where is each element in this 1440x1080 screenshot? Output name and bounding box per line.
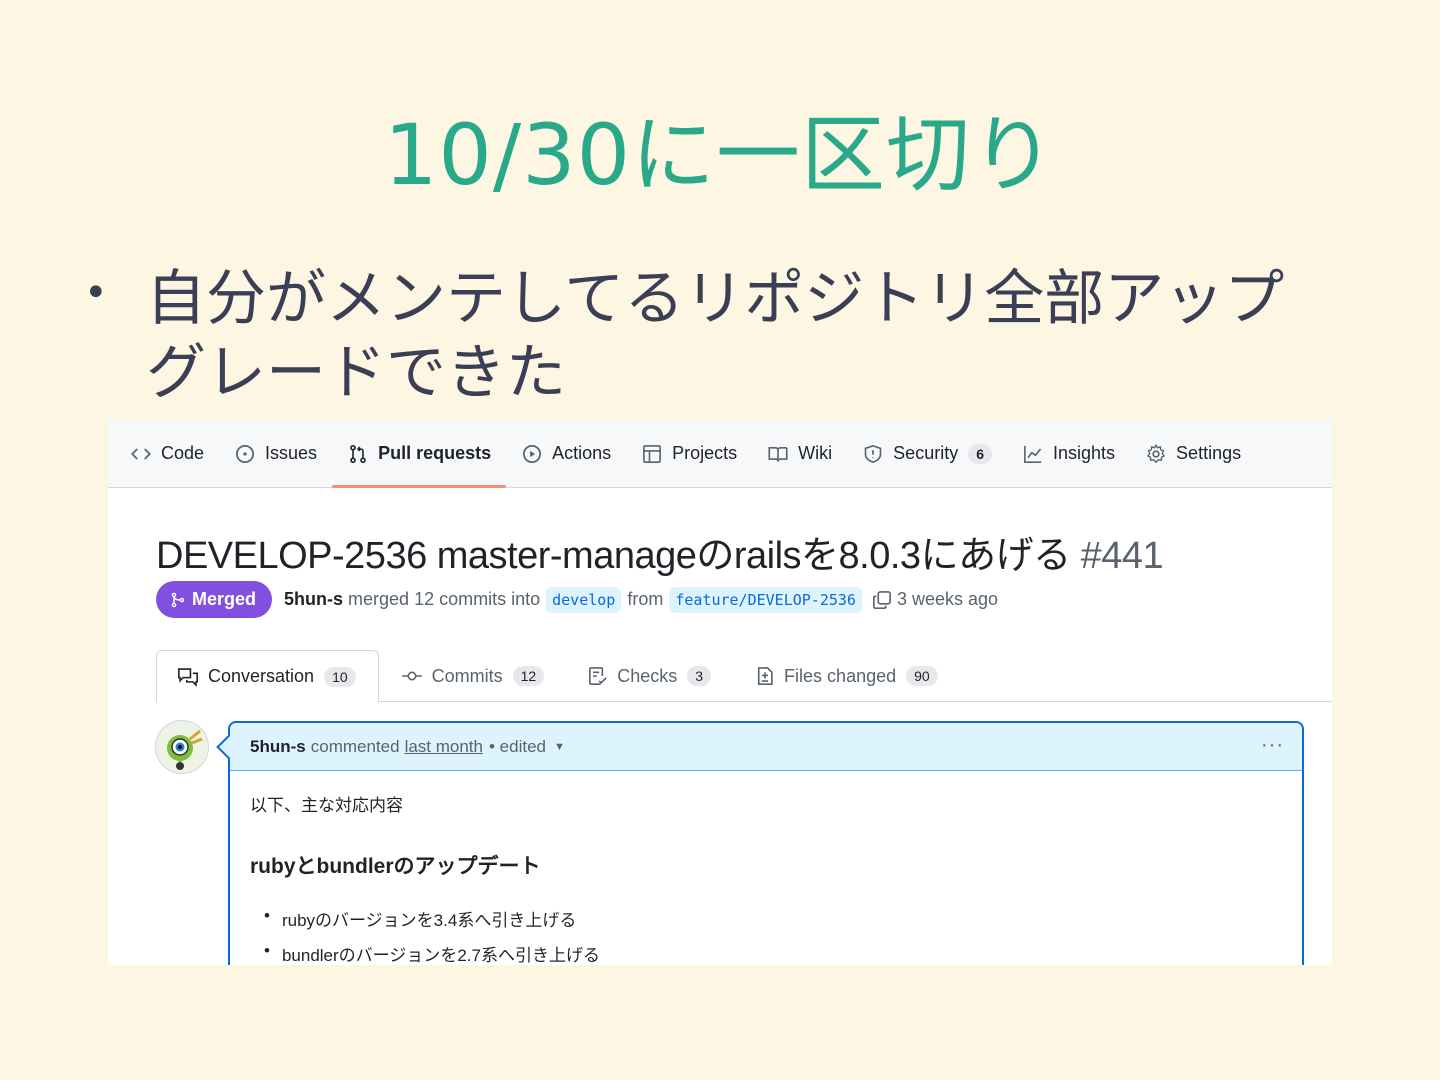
nav-pull-requests[interactable]: Pull requests [332,420,507,488]
nav-wiki[interactable]: Wiki [752,420,847,488]
shield-icon [862,443,884,465]
tab-conversation-count: 10 [324,666,356,687]
copy-icon[interactable] [872,590,892,610]
file-diff-icon [755,666,775,686]
comment-heading: rubyとbundlerのアップデート [250,855,541,878]
nav-projects[interactable]: Projects [626,420,752,488]
merge-text: merged 12 commits into [348,589,541,609]
merged-state-label: Merged [192,589,257,609]
list-item: rubyのバージョンを3.4系へ引き上げる [264,906,1282,931]
tab-conversation[interactable]: Conversation 10 [156,650,379,703]
slide-bullet: • 自分がメンテしてるリポジトリ全部アップグレードできた [84,262,1344,410]
graph-icon [1022,443,1044,465]
pr-title: DEVELOP-2536 master-manageのrailsを8.0.3にあ… [156,524,1164,579]
nav-security-label: Security [893,443,959,463]
commit-icon [401,666,423,686]
head-branch[interactable]: feature/DEVELOP-2536 [669,586,862,613]
tab-checks[interactable]: Checks 3 [566,650,733,702]
code-icon [130,443,152,465]
nav-security[interactable]: Security 6 [847,420,1007,488]
merge-time: 3 weeks ago [896,589,999,609]
nav-issues-label: Issues [265,443,318,463]
from-text: from [627,589,664,609]
slide-title: 10/30に一区切り [383,106,1057,204]
tab-checks-label: Checks [617,665,678,686]
security-count-badge: 6 [968,443,992,464]
tab-commits-count: 12 [512,666,545,686]
comment-edited[interactable]: • edited [489,737,546,757]
bullet-dot: • [84,270,108,316]
pr-author-link[interactable]: 5hun-s [284,589,343,610]
tab-files-changed[interactable]: Files changed 90 [733,650,960,702]
nav-settings-label: Settings [1176,443,1242,463]
comment-body: 以下、主な対応内容 rubyとbundlerのアップデート rubyのバージョン… [230,771,1302,965]
nav-code[interactable]: Code [130,420,219,488]
tab-commits-label: Commits [431,665,503,686]
chevron-down-icon[interactable]: ▼ [554,741,565,753]
nav-insights-label: Insights [1053,443,1116,463]
tab-commits[interactable]: Commits 12 [379,650,567,702]
pull-request-icon [347,443,369,465]
nav-code-label: Code [161,443,205,463]
base-branch[interactable]: develop [546,586,622,613]
pr-tabs: Conversation 10 Commits 12 Checks 3 File… [156,650,1332,703]
play-icon [521,443,543,465]
merged-state-badge: Merged [156,581,273,618]
comment-box: 5hun-s commented last month • edited ▼ ·… [228,721,1304,965]
bullet-text: 自分がメンテしてるリポジトリ全部アップグレードできた [146,264,1285,408]
repo-nav: Code Issues Pull requests Actions Projec… [108,420,1332,488]
pr-title-text: DEVELOP-2536 master-manageのrailsを8.0.3にあ… [156,535,1071,577]
github-pr-screenshot: Code Issues Pull requests Actions Projec… [108,420,1332,965]
comment-list: rubyのバージョンを3.4系へ引き上げる bundlerのバージョンを2.7系… [250,906,1282,965]
nav-settings[interactable]: Settings [1130,420,1256,488]
table-icon [641,443,663,465]
comment-time-link[interactable]: last month [405,737,483,757]
kebab-horizontal-icon[interactable]: ··· [1261,734,1284,757]
tab-files-changed-count: 90 [906,666,938,686]
list-item: bundlerのバージョンを2.7系へ引き上げる [264,941,1282,965]
tab-conversation-label: Conversation [208,666,315,686]
nav-actions[interactable]: Actions [506,420,626,488]
pr-number: #441 [1080,535,1164,577]
checklist-icon [588,666,608,686]
comment-intro: 以下、主な対応内容 [250,796,403,815]
nav-projects-label: Projects [672,443,738,463]
nav-wiki-label: Wiki [798,443,833,463]
gear-icon [1145,443,1167,465]
pr-meta: Merged 5hun-s merged 12 commits into dev… [156,581,998,618]
comment-author-link[interactable]: 5hun-s [250,737,306,757]
merge-icon [171,592,185,607]
avatar[interactable] [155,720,209,774]
issue-icon [234,443,256,465]
tab-checks-count: 3 [687,666,712,686]
comment-header: 5hun-s commented last month • edited ▼ ·… [230,723,1302,771]
nav-actions-label: Actions [552,443,612,463]
book-icon [767,443,789,465]
nav-insights[interactable]: Insights [1007,420,1130,488]
comment-discussion-icon [177,667,199,687]
tab-files-changed-label: Files changed [784,665,897,686]
nav-issues[interactable]: Issues [219,420,332,488]
nav-pull-requests-label: Pull requests [378,443,492,463]
comment-action: commented [310,736,400,756]
